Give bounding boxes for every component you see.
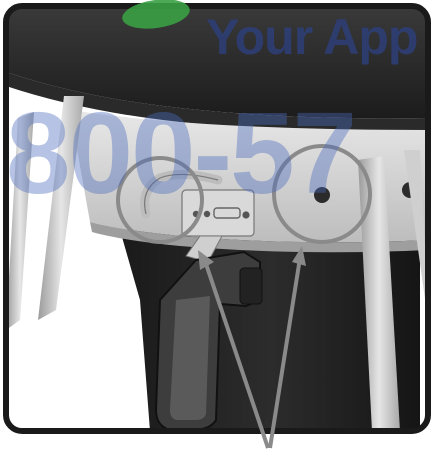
handle-mount [239,267,263,305]
watermark-brand-text: Your App [206,9,418,65]
grill-illustration [3,0,431,449]
handle-highlight [170,296,210,420]
watermark-phone-text: 800-57 [6,88,357,218]
illustration-frame: Your App 800-57 [0,0,434,459]
